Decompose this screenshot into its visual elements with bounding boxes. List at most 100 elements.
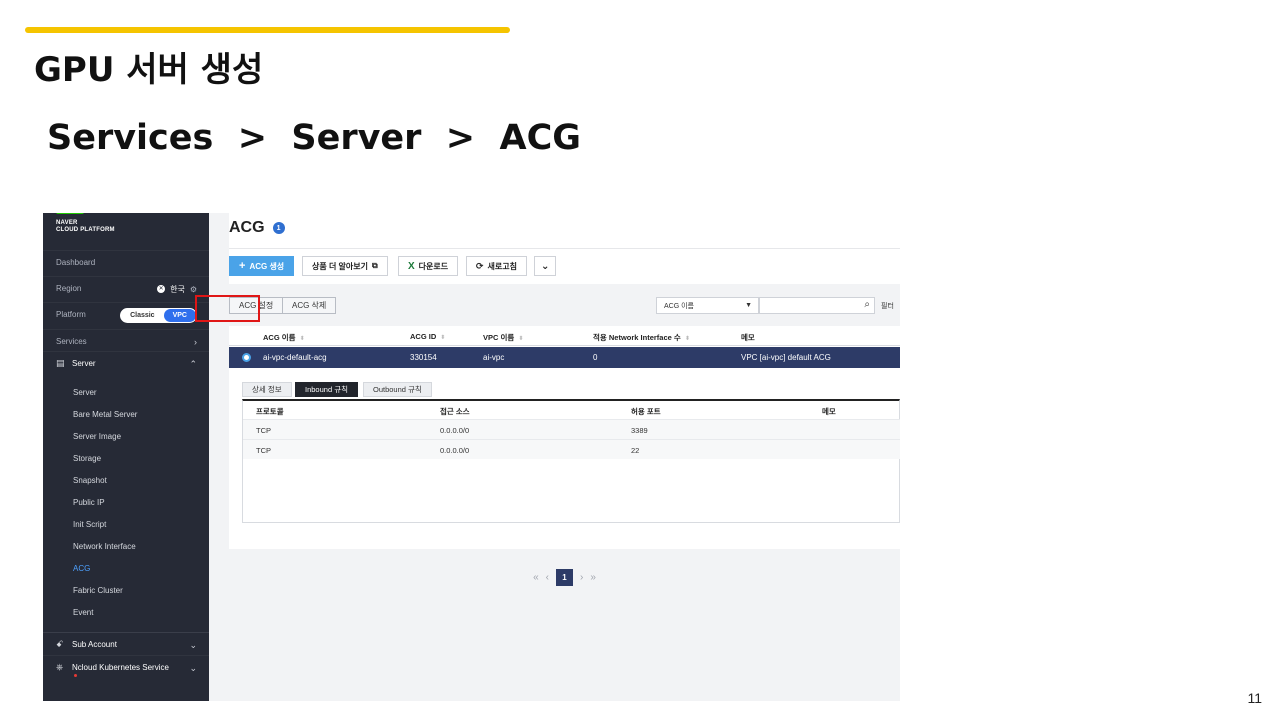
create-acg-button[interactable]: + ACG 생성 (229, 256, 295, 276)
count-badge: 1 (272, 222, 285, 234)
detail-panel: 상세 정보 Inbound 규칙 Outbound 규칙 프로토콜 접근 소스 … (242, 378, 900, 524)
region-label: Region (56, 284, 82, 293)
sidebar-item-public-ip[interactable]: Public IP (73, 498, 105, 507)
filter-button[interactable]: 필터 (881, 297, 894, 314)
breadcrumb: Services > Server > ACG (47, 118, 581, 158)
sidebar-item-server-image[interactable]: Server Image (73, 432, 121, 441)
rules-header-port: 허용 포트 (631, 407, 661, 416)
external-link-icon: ⧉ (371, 261, 378, 270)
main-area: ACG 1 + ACG 생성 상품 더 알아보기 ⧉ X 다운로드 ⟳ 새로고침… (195, 213, 900, 701)
sort-icon: ⬍ (299, 336, 305, 342)
column-header-label: ACG ID (410, 332, 437, 341)
download-label: 다운로드 (418, 261, 449, 271)
sort-icon: ⬍ (684, 336, 690, 342)
dashboard-label: Dashboard (56, 258, 96, 267)
filter-search-input[interactable]: ⌕ (759, 297, 875, 314)
acg-table-header: ACG 이름 ⬍ ACG ID ⬍ VPC 이름 ⬍ 적용 Network Inter… (229, 326, 900, 346)
kubernetes-label: Ncloud Kubernetes Service (72, 663, 169, 672)
console-screenshot: NAVER CLOUD PLATFORM Dashboard Region ✕ … (43, 213, 900, 701)
chevron-up-icon: ⌃ (189, 358, 197, 369)
sub-account-label: Sub Account (72, 640, 117, 649)
table-row[interactable]: ai-vpc-default-acg 330154 ai-vpc 0 VPC [… (229, 347, 900, 368)
next-page-icon[interactable]: › (580, 572, 583, 583)
sidebar-item-fabric-cluster[interactable]: Fabric Cluster (73, 586, 123, 595)
sidebar: NAVER CLOUD PLATFORM Dashboard Region ✕ … (43, 213, 209, 701)
acg-delete-button[interactable]: ACG 삭제 (282, 297, 337, 314)
platform-toggle[interactable]: Classic VPC (120, 307, 197, 323)
platform-option-vpc[interactable]: VPC (163, 308, 196, 322)
cell-vpc-name: ai-vpc (483, 353, 505, 362)
cell-acg-id: 330154 (410, 353, 437, 362)
sidebar-item-dashboard[interactable]: Dashboard (43, 250, 209, 274)
learn-more-label: 상품 더 알아보기 (312, 261, 368, 271)
korea-flag-icon: ✕ (157, 285, 166, 293)
platform-row: Platform Classic VPC (43, 302, 209, 326)
platform-option-classic[interactable]: Classic (121, 309, 164, 322)
tab-outbound-rules[interactable]: Outbound 규칙 (363, 382, 432, 397)
new-dot-icon (74, 674, 77, 677)
tab-inbound-rules[interactable]: Inbound 규칙 (295, 382, 358, 397)
chevron-down-icon: ⌄ (189, 639, 197, 650)
last-page-icon[interactable]: » (590, 572, 596, 583)
sidebar-item-acg[interactable]: ACG (73, 564, 90, 573)
sidebar-item-server[interactable]: Server (73, 388, 97, 397)
tab-details[interactable]: 상세 정보 (242, 382, 292, 397)
chevron-down-icon: ⌄ (189, 662, 197, 673)
rule-port: 3389 (631, 426, 648, 435)
rule-source: 0.0.0.0/0 (440, 426, 470, 435)
column-header-vpc-name[interactable]: VPC 이름 ⬍ (483, 332, 523, 343)
sidebar-item-services[interactable]: Services › (43, 329, 209, 353)
naver-logo-mark (56, 213, 84, 214)
sidebar-item-init-script[interactable]: Init Script (73, 520, 106, 529)
page-button-current[interactable]: 1 (556, 568, 573, 586)
sidebar-item-storage[interactable]: Storage (73, 454, 101, 463)
column-header-label: 적용 Network Interface 수 (593, 333, 681, 342)
first-page-icon[interactable]: « (533, 572, 539, 583)
search-icon[interactable]: ⌕ (864, 299, 870, 310)
rules-header-source: 접근 소스 (440, 407, 470, 416)
rules-header-memo: 메모 (822, 407, 836, 416)
learn-more-button[interactable]: 상품 더 알아보기 ⧉ (302, 256, 388, 276)
prev-page-icon[interactable]: ‹ (546, 572, 549, 583)
sidebar-group-server[interactable]: ▤ Server ⌃ (43, 351, 209, 375)
sidebar-item-bare-metal-server[interactable]: Bare Metal Server (73, 410, 137, 419)
sidebar-group-sub-account[interactable]: ꗃ Sub Account ⌄ (43, 632, 209, 656)
sort-icon: ⬍ (518, 336, 524, 342)
divider (229, 248, 900, 249)
services-label: Services (56, 337, 87, 346)
logo[interactable]: NAVER CLOUD PLATFORM (56, 220, 115, 234)
more-dropdown-button[interactable]: ⌄ (534, 256, 557, 276)
rule-source: 0.0.0.0/0 (440, 446, 470, 455)
column-header-acg-name[interactable]: ACG 이름 ⬍ (263, 332, 305, 343)
filter-select[interactable]: ACG 이름 ▼ (656, 297, 759, 314)
sidebar-item-snapshot[interactable]: Snapshot (73, 476, 107, 485)
column-header-label: ACG 이름 (263, 333, 296, 342)
rules-header-protocol: 프로토콜 (256, 407, 284, 416)
sidebar-group-kubernetes[interactable]: ⎈ Ncloud Kubernetes Service ⌄ (43, 655, 209, 679)
region-row[interactable]: Region ✕ 한국 ⚙ (43, 276, 209, 300)
server-icon: ▤ (56, 358, 65, 368)
column-header-label: VPC 이름 (483, 333, 515, 342)
logo-line2: CLOUD PLATFORM (56, 227, 115, 233)
cell-ni-count: 0 (593, 353, 598, 362)
logo-line1: NAVER (56, 220, 78, 226)
create-acg-label: ACG 생성 (249, 261, 285, 271)
row-radio[interactable] (242, 353, 251, 362)
rule-protocol: TCP (256, 446, 271, 455)
refresh-label: 새로고침 (487, 261, 517, 271)
column-header-memo: 메모 (741, 333, 755, 342)
region-value: 한국 (170, 284, 185, 294)
refresh-icon: ⟳ (476, 260, 484, 271)
rule-row: TCP 0.0.0.0/0 3389 (243, 419, 900, 439)
download-button[interactable]: X 다운로드 (398, 256, 459, 276)
page-number: 11 (1247, 690, 1262, 706)
sidebar-item-event[interactable]: Event (73, 608, 93, 617)
sidebar-item-network-interface[interactable]: Network Interface (73, 542, 136, 551)
page-title: ACG 1 (229, 219, 285, 237)
gear-icon[interactable]: ⚙ (190, 285, 197, 294)
column-header-ni-count[interactable]: 적용 Network Interface 수 ⬍ (593, 332, 690, 343)
rule-protocol: TCP (256, 426, 271, 435)
filter-select-value: ACG 이름 (664, 302, 694, 310)
column-header-acg-id[interactable]: ACG ID ⬍ (410, 332, 445, 341)
refresh-button[interactable]: ⟳ 새로고침 (466, 256, 527, 276)
